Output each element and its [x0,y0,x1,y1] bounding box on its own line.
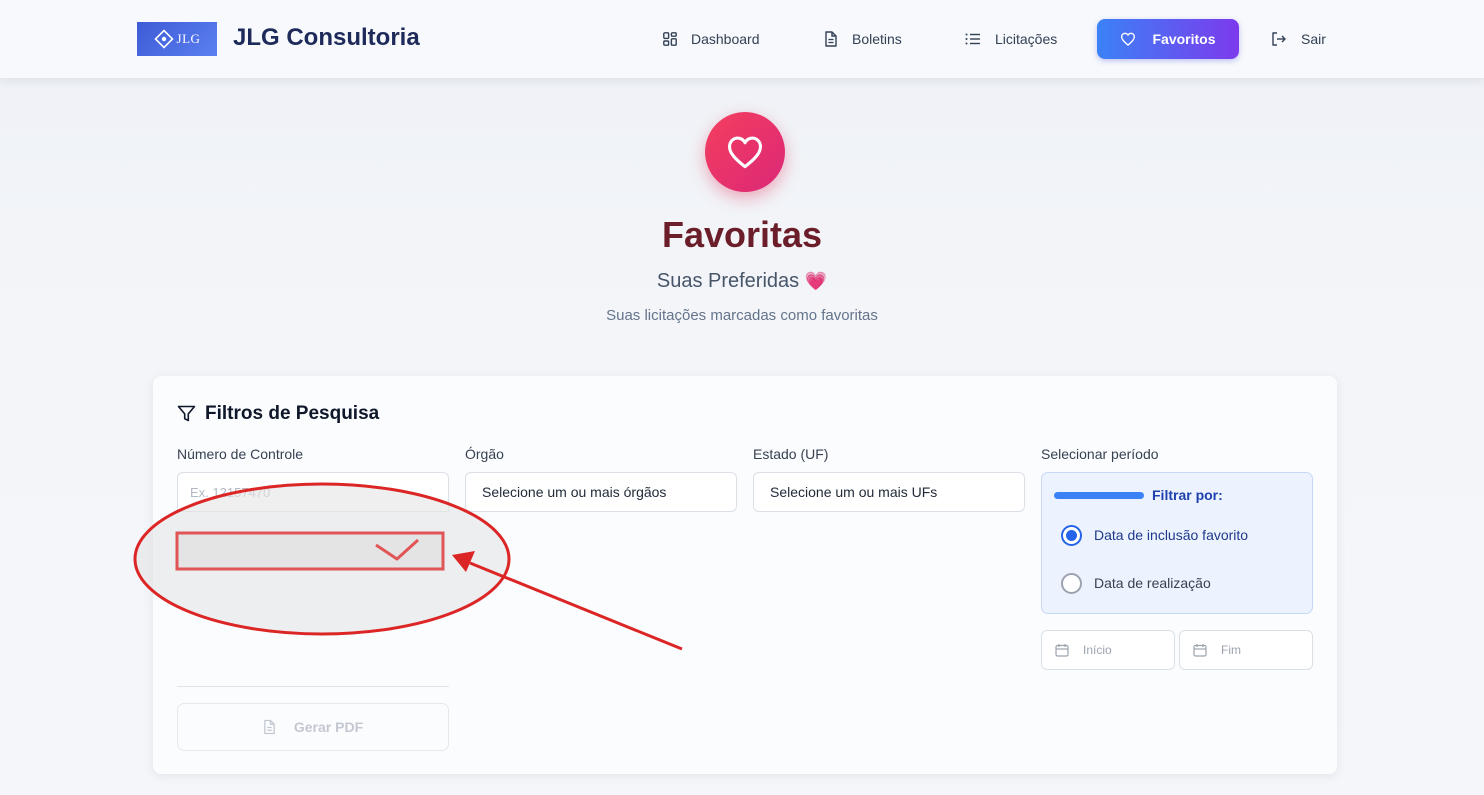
nav-licitacoes[interactable]: Licitações [965,19,1057,59]
calendar-icon [1193,644,1207,657]
start-date-placeholder: Início [1083,643,1112,657]
filters-title-text: Filtros de Pesquisa [205,403,380,424]
document-icon [264,719,275,735]
numero-controle-label: Número de Controle [177,446,304,462]
generate-pdf-button[interactable]: Gerar PDF [177,703,449,751]
nav-sair-label: Sair [1301,31,1326,47]
radio-data-realizacao[interactable]: Data de realização [1061,572,1211,594]
document-icon [825,31,837,47]
page-subtitle-text: Suas Preferidas [656,270,800,292]
grid-icon [663,32,677,46]
end-date-placeholder: Fim [1221,643,1241,657]
list-icon [965,33,980,45]
logo-emblem-icon [153,29,174,49]
periodo-label: Selecionar período [1041,446,1159,462]
radio-data-realizacao-label: Data de realização [1094,575,1211,591]
radio-unchecked-icon[interactable] [1061,572,1082,594]
nav-dashboard-label: Dashboard [691,31,760,47]
estado-label: Estado (UF) [753,446,829,462]
filtrar-por-bar [1054,491,1144,499]
orgao-label: Órgão [465,446,504,462]
nav-licitacoes-label: Licitações [995,31,1058,47]
radio-data-inclusao[interactable]: Data de inclusão favorito [1061,524,1248,546]
company-logo[interactable]: JLG [137,22,217,56]
logo-text: JLG [176,31,201,46]
nav-sair[interactable]: Sair [1271,19,1326,59]
nav-boletins-label: Boletins [852,31,902,47]
column-divider [177,686,449,687]
nav-boletins[interactable]: Boletins [824,19,902,59]
radio-checked-icon[interactable] [1061,524,1082,546]
nav-favoritos[interactable]: Favoritos [1097,19,1239,59]
heart-icon [1121,32,1136,46]
pink-heart-emoji: 💗 [804,271,828,291]
filtrar-por-label: Filtrar por: [1152,487,1223,503]
page-subtitle: Suas Preferidas 💗 [0,270,1484,293]
numero-controle-dropdown [177,512,449,686]
heart-icon [728,136,762,169]
calendar-icon [1055,644,1069,657]
page-description: Suas licitações marcadas como favoritas [606,307,878,324]
generate-pdf-label: Gerar PDF [293,719,364,735]
nav-dashboard[interactable]: Dashboard [663,19,760,59]
filter-icon [177,405,196,422]
start-date-field[interactable]: Início [1041,630,1175,670]
hero-heart-badge [705,112,785,192]
numero-controle-input[interactable] [177,472,449,512]
estado-select[interactable]: Selecione um ou mais UFs [753,472,1025,512]
radio-data-inclusao-label: Data de inclusão favorito [1094,527,1249,543]
end-date-field[interactable]: Fim [1179,630,1313,670]
filtrar-por-header: Filtrar por: [1054,486,1223,504]
logout-icon [1272,32,1286,46]
brand-name[interactable]: JLG Consultoria [233,24,420,52]
filters-title: Filtros de Pesquisa [177,402,379,426]
orgao-select[interactable]: Selecione um ou mais órgãos [465,472,737,512]
page-title: Favoritas [661,214,823,255]
nav-favoritos-label: Favoritos [1152,31,1216,47]
top-navbar: JLG JLG Consultoria Dashboard Boletins L… [0,0,1484,79]
